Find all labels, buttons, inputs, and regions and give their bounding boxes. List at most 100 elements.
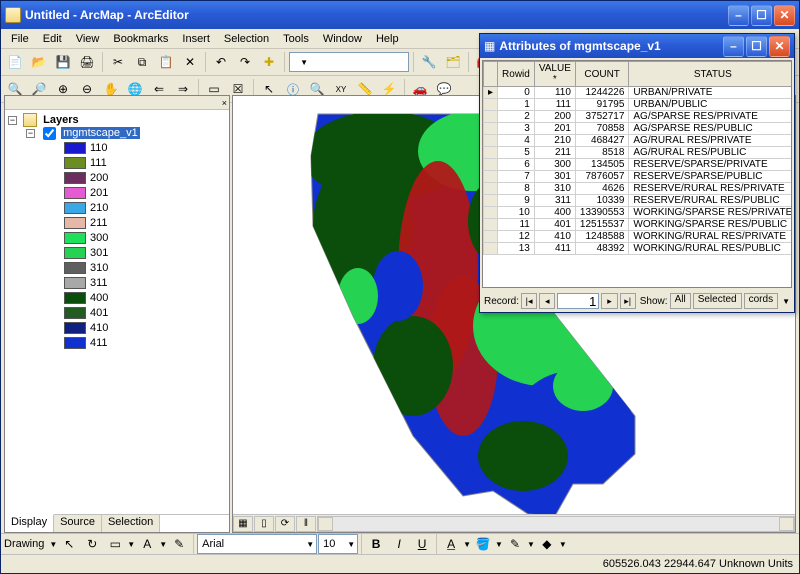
table-row[interactable]: ▸01101244226URBAN/PRIVATE: [484, 87, 793, 99]
table-cell[interactable]: AG/RURAL RES/PUBLIC: [629, 147, 792, 159]
font-color-button[interactable]: A: [440, 533, 462, 555]
data-view-button[interactable]: ▦: [233, 516, 253, 532]
table-cell[interactable]: 12515537: [575, 219, 629, 231]
legend-item[interactable]: 410: [8, 321, 226, 335]
table-cell[interactable]: 9: [498, 195, 535, 207]
table-cell[interactable]: 11: [498, 219, 535, 231]
menu-insert[interactable]: Insert: [176, 32, 216, 46]
table-cell[interactable]: 4626: [575, 183, 629, 195]
legend-item[interactable]: 200: [8, 171, 226, 185]
attr-titlebar[interactable]: ▦ Attributes of mgmtscape_v1 – ☐ ✕: [480, 34, 794, 58]
line-color-button[interactable]: ✎: [504, 533, 526, 555]
new-button[interactable]: 📄: [4, 51, 26, 73]
add-data-button[interactable]: ✚: [258, 51, 280, 73]
table-row[interactable]: 4210468427AG/RURAL RES/PRIVATE: [484, 135, 793, 147]
table-cell[interactable]: URBAN/PUBLIC: [629, 99, 792, 111]
legend-item[interactable]: 201: [8, 186, 226, 200]
table-cell[interactable]: AG/SPARSE RES/PRIVATE: [629, 111, 792, 123]
legend-item[interactable]: 110: [8, 141, 226, 155]
table-cell[interactable]: 10: [498, 207, 535, 219]
prev-record-button[interactable]: ◂: [539, 293, 555, 309]
table-cell[interactable]: 3752717: [575, 111, 629, 123]
titlebar[interactable]: Untitled - ArcMap - ArcEditor – ☐ ✕: [1, 1, 799, 29]
table-cell[interactable]: WORKING/SPARSE RES/PRIVATE: [629, 207, 792, 219]
fill-color-button[interactable]: 🪣: [472, 533, 494, 555]
map-scrollbar[interactable]: [317, 516, 795, 532]
legend-item[interactable]: 400: [8, 291, 226, 305]
table-cell[interactable]: AG/SPARSE RES/PUBLIC: [629, 123, 792, 135]
table-cell[interactable]: 1248588: [575, 231, 629, 243]
close-button[interactable]: ✕: [774, 5, 795, 26]
table-cell[interactable]: 13390553: [575, 207, 629, 219]
edit-vertices-button[interactable]: ✎: [168, 533, 190, 555]
underline-button[interactable]: U: [411, 533, 433, 555]
print-button[interactable]: 🖨: [76, 51, 98, 73]
layout-view-button[interactable]: ▯: [254, 516, 274, 532]
menu-help[interactable]: Help: [370, 32, 405, 46]
legend-item[interactable]: 301: [8, 246, 226, 260]
toc-root[interactable]: − Layers: [8, 113, 226, 127]
column-header[interactable]: STATUS: [629, 62, 792, 87]
table-cell[interactable]: 1: [498, 99, 535, 111]
legend-item[interactable]: 210: [8, 201, 226, 215]
show-all-button[interactable]: All: [670, 293, 691, 309]
table-row[interactable]: 1341148392WORKING/RURAL RES/PUBLIC: [484, 243, 793, 255]
legend-item[interactable]: 401: [8, 306, 226, 320]
menu-bookmarks[interactable]: Bookmarks: [107, 32, 174, 46]
table-cell[interactable]: 468427: [575, 135, 629, 147]
table-cell[interactable]: 411: [534, 243, 575, 255]
legend-item[interactable]: 211: [8, 216, 226, 230]
next-record-button[interactable]: ▸: [601, 293, 617, 309]
toc-tree[interactable]: − Layers − mgmtscape_v1 1101112002012102…: [5, 110, 229, 514]
table-row[interactable]: 52118518AG/RURAL RES/PUBLIC: [484, 147, 793, 159]
expand-icon[interactable]: −: [26, 129, 35, 138]
table-row[interactable]: 6300134505RESERVE/SPARSE/PRIVATE: [484, 159, 793, 171]
table-cell[interactable]: 200: [534, 111, 575, 123]
column-header[interactable]: COUNT: [575, 62, 629, 87]
table-cell[interactable]: 400: [534, 207, 575, 219]
record-input[interactable]: [557, 293, 599, 309]
select-elements-button[interactable]: ↖: [58, 533, 80, 555]
toc-tab-display[interactable]: Display: [5, 514, 54, 532]
refresh-button[interactable]: ⟳: [275, 516, 295, 532]
table-cell[interactable]: 134505: [575, 159, 629, 171]
toc-tab-source[interactable]: Source: [54, 515, 102, 532]
table-cell[interactable]: 1244226: [575, 87, 629, 99]
table-cell[interactable]: 13: [498, 243, 535, 255]
open-button[interactable]: 📂: [28, 51, 50, 73]
table-row[interactable]: 1140112515537WORKING/SPARSE RES/PUBLIC: [484, 219, 793, 231]
attr-close-button[interactable]: ✕: [769, 36, 790, 57]
scale-combo[interactable]: ▼: [289, 52, 409, 72]
menu-file[interactable]: File: [5, 32, 35, 46]
table-cell[interactable]: RESERVE/SPARSE/PRIVATE: [629, 159, 792, 171]
layer-visibility-checkbox[interactable]: [43, 127, 56, 140]
table-cell[interactable]: RESERVE/SPARSE/PUBLIC: [629, 171, 792, 183]
save-button[interactable]: 💾: [52, 51, 74, 73]
table-cell[interactable]: 48392: [575, 243, 629, 255]
table-cell[interactable]: 6: [498, 159, 535, 171]
expand-icon[interactable]: −: [8, 116, 17, 125]
attribute-table-window[interactable]: ▦ Attributes of mgmtscape_v1 – ☐ ✕ Rowid…: [479, 33, 795, 313]
table-cell[interactable]: 311: [534, 195, 575, 207]
table-cell[interactable]: 300: [534, 159, 575, 171]
table-cell[interactable]: 5: [498, 147, 535, 159]
column-header[interactable]: Rowid: [498, 62, 535, 87]
toc-layer[interactable]: − mgmtscape_v1: [8, 127, 226, 140]
delete-button[interactable]: ✕: [179, 51, 201, 73]
table-cell[interactable]: 410: [534, 231, 575, 243]
menu-tools[interactable]: Tools: [277, 32, 315, 46]
draw-text-button[interactable]: A: [136, 533, 158, 555]
font-size-combo[interactable]: 10▼: [318, 534, 358, 554]
table-row[interactable]: 320170858AG/SPARSE RES/PUBLIC: [484, 123, 793, 135]
table-cell[interactable]: 8: [498, 183, 535, 195]
italic-button[interactable]: I: [388, 533, 410, 555]
last-record-button[interactable]: ▸|: [620, 293, 636, 309]
table-cell[interactable]: 4: [498, 135, 535, 147]
table-cell[interactable]: 401: [534, 219, 575, 231]
menu-view[interactable]: View: [70, 32, 106, 46]
font-combo[interactable]: Arial▼: [197, 534, 317, 554]
pause-button[interactable]: ‖: [296, 516, 316, 532]
menu-selection[interactable]: Selection: [218, 32, 275, 46]
options-dropdown-icon[interactable]: ▼: [782, 297, 790, 306]
table-cell[interactable]: 12: [498, 231, 535, 243]
